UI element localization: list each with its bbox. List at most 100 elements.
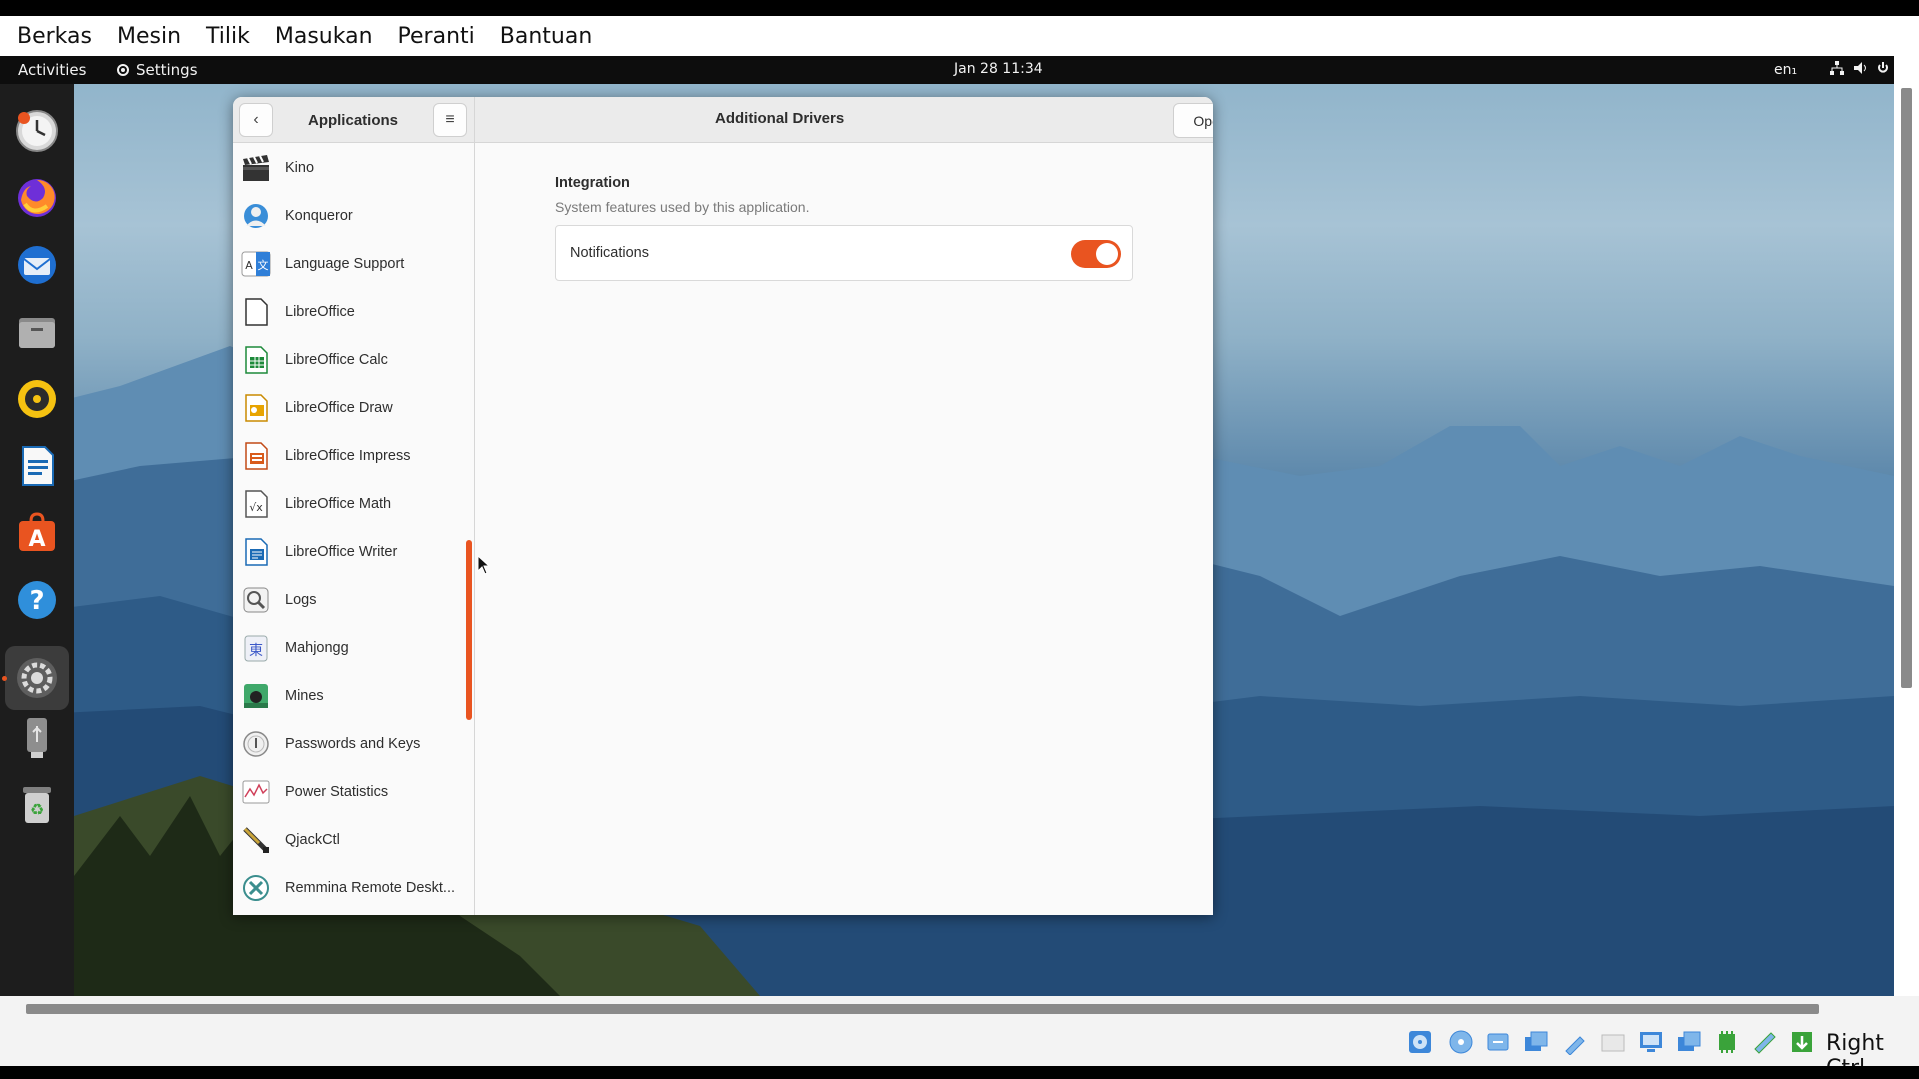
- clock-app-launcher[interactable]: [11, 105, 63, 157]
- film-clapper-icon: [241, 153, 271, 183]
- gnome-top-bar: Activities Settings Jan 28 11:34 en₁: [0, 56, 1894, 84]
- list-item[interactable]: A文 Language Support: [233, 240, 463, 288]
- app-label: Language Support: [285, 256, 405, 272]
- hamburger-icon: ≡: [445, 111, 455, 128]
- display-status[interactable]: [1637, 1028, 1665, 1056]
- app-label: LibreOffice Impress: [285, 448, 411, 464]
- software-icon: A: [19, 512, 55, 552]
- list-item[interactable]: 東 Mahjongg: [233, 624, 463, 672]
- firefox-icon: [18, 179, 56, 217]
- list-item[interactable]: Kino: [233, 144, 463, 192]
- optical-drive-status[interactable]: [1447, 1028, 1475, 1056]
- optical-disc-icon: [1449, 1030, 1473, 1054]
- mines-icon: [241, 681, 271, 711]
- network-status[interactable]: [1522, 1028, 1550, 1056]
- power-icon: [1878, 62, 1888, 73]
- app-label: LibreOffice Math: [285, 496, 392, 512]
- app-label: Mahjongg: [285, 640, 349, 656]
- list-item[interactable]: LibreOffice Draw: [233, 384, 463, 432]
- list-item[interactable]: √x LibreOffice Math: [233, 480, 463, 528]
- notifications-toggle[interactable]: [1071, 240, 1121, 268]
- host-bottom-strip: [0, 1066, 1919, 1079]
- audio-status[interactable]: [1484, 1028, 1512, 1056]
- scrollbar-thumb[interactable]: [26, 1004, 1819, 1014]
- svg-text:東: 東: [249, 643, 263, 659]
- back-button[interactable]: ‹: [239, 103, 273, 137]
- svg-text:?: ?: [29, 586, 44, 616]
- list-scrollbar[interactable]: [466, 540, 472, 720]
- application-list[interactable]: Kino Konqueror A文 Language Support Libre…: [233, 143, 475, 915]
- files-icon: [19, 318, 55, 348]
- audio-icon: [1487, 1033, 1509, 1051]
- software-launcher[interactable]: A: [11, 507, 63, 559]
- keyboard-capture-status[interactable]: [1788, 1028, 1816, 1056]
- menu-bantuan[interactable]: Bantuan: [491, 24, 609, 49]
- list-item[interactable]: LibreOffice Calc: [233, 336, 463, 384]
- list-item[interactable]: LibreOffice Writer: [233, 528, 463, 576]
- trash-launcher[interactable]: ♻: [11, 779, 63, 831]
- open-in-software-button[interactable]: Open in Software: [1173, 103, 1213, 138]
- svg-text:A: A: [245, 259, 253, 272]
- list-item[interactable]: Logs: [233, 576, 463, 624]
- input-language-indicator[interactable]: en₁: [1774, 62, 1797, 78]
- thunderbird-launcher[interactable]: [11, 239, 63, 291]
- sidebar-header: ‹ Applications ≡: [233, 97, 475, 143]
- mouse-pointer-icon: [477, 555, 491, 575]
- list-item[interactable]: Konqueror: [233, 192, 463, 240]
- toggle-knob: [1096, 243, 1118, 265]
- rhythmbox-launcher[interactable]: [11, 373, 63, 425]
- shared-folders-status[interactable]: [1599, 1028, 1627, 1056]
- activities-button[interactable]: Activities: [18, 61, 86, 79]
- usb-icon: [1565, 1036, 1585, 1055]
- app-label: LibreOffice Draw: [285, 400, 393, 416]
- trash-icon: ♻: [23, 787, 51, 823]
- host-statusbar: Right Ctrl: [0, 1018, 1919, 1079]
- list-item[interactable]: Passwords and Keys: [233, 720, 463, 768]
- list-item[interactable]: LibreOffice Impress: [233, 432, 463, 480]
- app-label: QjackCtl: [285, 832, 340, 848]
- arrow-down-icon: [1792, 1032, 1812, 1052]
- remmina-icon: [241, 873, 271, 903]
- mouse-integration-status[interactable]: [1750, 1028, 1778, 1056]
- files-launcher[interactable]: [11, 306, 63, 358]
- menu-peranti[interactable]: Peranti: [389, 24, 491, 49]
- list-item[interactable]: Power Statistics: [233, 768, 463, 816]
- gear-icon: [117, 64, 129, 76]
- notifications-row[interactable]: Notifications: [555, 225, 1133, 281]
- host-top-strip: [0, 0, 1919, 16]
- svg-text:♻: ♻: [30, 800, 44, 819]
- menu-berkas[interactable]: Berkas: [8, 24, 108, 49]
- usb-status[interactable]: [1561, 1028, 1589, 1056]
- math-icon: √x: [241, 489, 271, 519]
- firefox-launcher[interactable]: [11, 172, 63, 224]
- host-vertical-scrollbar[interactable]: [1894, 56, 1919, 996]
- recording-status[interactable]: [1675, 1028, 1703, 1056]
- usb-drive-launcher[interactable]: [11, 712, 63, 764]
- thunderbird-icon: [18, 246, 56, 284]
- system-tray[interactable]: [1830, 61, 1888, 75]
- list-item[interactable]: Mines: [233, 672, 463, 720]
- list-item[interactable]: QjackCtl: [233, 816, 463, 864]
- menu-mesin[interactable]: Mesin: [108, 24, 197, 49]
- writer-icon: [241, 537, 271, 567]
- writer-launcher[interactable]: [11, 440, 63, 492]
- clock[interactable]: Jan 28 11:34: [954, 61, 1043, 77]
- cpu-status[interactable]: [1713, 1028, 1741, 1056]
- list-item[interactable]: Remmina Remote Deskt...: [233, 864, 463, 912]
- app-menu[interactable]: Settings: [116, 61, 198, 79]
- hard-disk-status[interactable]: [1406, 1028, 1434, 1056]
- help-launcher[interactable]: ?: [11, 574, 63, 626]
- scrollbar-thumb[interactable]: [1901, 88, 1912, 688]
- main-menu-button[interactable]: ≡: [433, 103, 467, 137]
- menu-tilik[interactable]: Tilik: [197, 24, 266, 49]
- list-item[interactable]: LibreOffice: [233, 288, 463, 336]
- section-title: Integration: [555, 175, 630, 191]
- network-icon: [1830, 61, 1844, 75]
- menu-masukan[interactable]: Masukan: [266, 24, 389, 49]
- host-horizontal-scrollbar[interactable]: [0, 996, 1919, 1018]
- app-menu-label: Settings: [136, 61, 198, 79]
- app-label: LibreOffice Writer: [285, 544, 398, 560]
- settings-launcher[interactable]: [5, 646, 69, 710]
- notifications-label: Notifications: [570, 245, 649, 261]
- display-icon: [1640, 1032, 1662, 1052]
